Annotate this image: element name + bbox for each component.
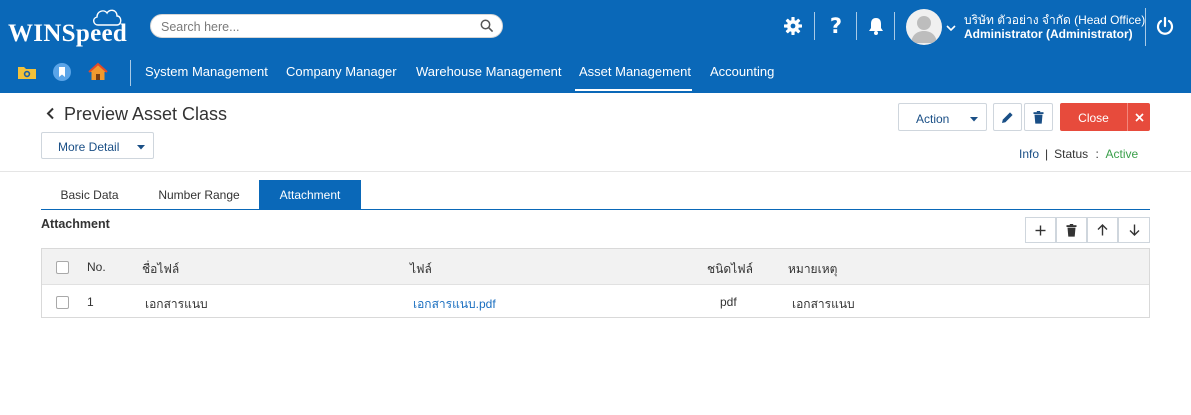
row-file-name: เอกสารแนบ (145, 297, 208, 311)
tab-underline (41, 209, 1150, 210)
trash-icon (1066, 223, 1077, 237)
page-title-text: Preview Asset Class (64, 104, 228, 124)
folder-icon[interactable] (17, 62, 37, 82)
topbar-divider (894, 12, 895, 40)
info-link[interactable]: Info (1019, 147, 1039, 161)
header-divider (0, 171, 1191, 172)
delete-button[interactable] (1024, 103, 1053, 131)
more-detail-dropdown[interactable]: More Detail (41, 132, 154, 159)
app-logo-text: WINSpeed (8, 20, 128, 47)
menu-divider (130, 60, 131, 86)
move-down-button[interactable] (1118, 217, 1150, 243)
tab-basic-data[interactable]: Basic Data (41, 180, 138, 210)
column-header-no[interactable]: No. (87, 260, 106, 274)
topbar-divider (856, 12, 857, 40)
power-icon[interactable] (1152, 13, 1178, 39)
tab-label: Basic Data (60, 188, 119, 202)
attachment-table: No. ชื่อไฟล์ ไฟล์ ชนิดไฟล์ หมายเหตุ 1 เอ… (41, 248, 1150, 318)
section-title: Attachment (41, 217, 110, 231)
topbar-divider (814, 12, 815, 40)
menu-system-management[interactable]: System Management (145, 64, 268, 79)
bookmark-icon[interactable] (52, 62, 72, 82)
delete-row-button[interactable] (1056, 217, 1087, 243)
home-icon[interactable] (88, 62, 108, 82)
back-chevron-icon[interactable] (46, 104, 55, 125)
pencil-icon (1002, 111, 1013, 123)
chevron-down-icon[interactable] (946, 20, 956, 35)
add-row-button[interactable] (1025, 217, 1056, 243)
tab-number-range[interactable]: Number Range (142, 180, 256, 210)
status-badge: Active (1105, 147, 1139, 161)
search-box (150, 14, 503, 38)
row-file-type: pdf (720, 295, 737, 309)
avatar[interactable] (906, 9, 942, 45)
column-header-note[interactable]: หมายเหตุ (788, 260, 837, 279)
row-no: 1 (87, 295, 94, 309)
search-input[interactable] (161, 18, 461, 35)
column-header-file-name[interactable]: ชื่อไฟล์ (142, 260, 179, 279)
table-header: No. ชื่อไฟล์ ไฟล์ ชนิดไฟล์ หมายเหตุ (42, 249, 1149, 285)
bell-icon[interactable] (863, 13, 889, 39)
user-role: Administrator (Administrator) (964, 27, 1133, 41)
close-button-label: Close (1078, 111, 1109, 125)
row-file-link[interactable]: เอกสารแนบ.pdf (413, 295, 496, 314)
arrow-down-icon (1129, 224, 1139, 236)
gear-icon[interactable] (780, 13, 806, 39)
close-icon (1134, 112, 1144, 122)
row-note: เอกสารแนบ (792, 297, 855, 311)
tab-label: Attachment (279, 188, 341, 202)
topbar-divider (1145, 8, 1146, 46)
trash-icon (1033, 110, 1044, 124)
status-line: Info | Status : Active (1019, 147, 1138, 161)
caret-down-icon (137, 145, 145, 150)
column-header-file-type[interactable]: ชนิดไฟล์ (707, 260, 753, 279)
menu-bar: System Management Company Manager Wareho… (0, 52, 1191, 93)
action-label: Action (916, 112, 950, 126)
page-title: Preview Asset Class (46, 104, 227, 125)
search-icon[interactable] (480, 19, 494, 36)
status-divider: | (1045, 147, 1049, 161)
menu-warehouse-management[interactable]: Warehouse Management (416, 64, 562, 79)
arrow-up-icon (1097, 224, 1108, 236)
help-icon[interactable]: ? (823, 13, 849, 39)
action-dropdown[interactable]: Action (898, 103, 987, 131)
edit-button[interactable] (993, 103, 1022, 131)
tab-attachment[interactable]: Attachment (259, 180, 361, 210)
status-label: Status (1054, 147, 1089, 161)
top-bar: WINSpeed ? (0, 0, 1191, 52)
menu-company-manager[interactable]: Company Manager (286, 64, 397, 79)
menu-asset-management[interactable]: Asset Management (579, 64, 691, 79)
caret-down-icon (970, 117, 978, 122)
close-x-button[interactable] (1127, 103, 1150, 131)
status-separator: : (1095, 147, 1099, 161)
app-logo[interactable]: WINSpeed (8, 6, 133, 48)
move-up-button[interactable] (1087, 217, 1118, 243)
menu-accounting[interactable]: Accounting (710, 64, 774, 79)
column-header-file[interactable]: ไฟล์ (410, 260, 432, 279)
row-checkbox[interactable] (56, 296, 69, 309)
more-detail-label: More Detail (58, 140, 120, 154)
select-all-checkbox[interactable] (56, 261, 69, 274)
menu-active-indicator (575, 89, 692, 91)
close-button[interactable]: Close (1060, 103, 1127, 131)
tab-label: Number Range (158, 188, 240, 202)
plus-icon (1035, 225, 1046, 235)
